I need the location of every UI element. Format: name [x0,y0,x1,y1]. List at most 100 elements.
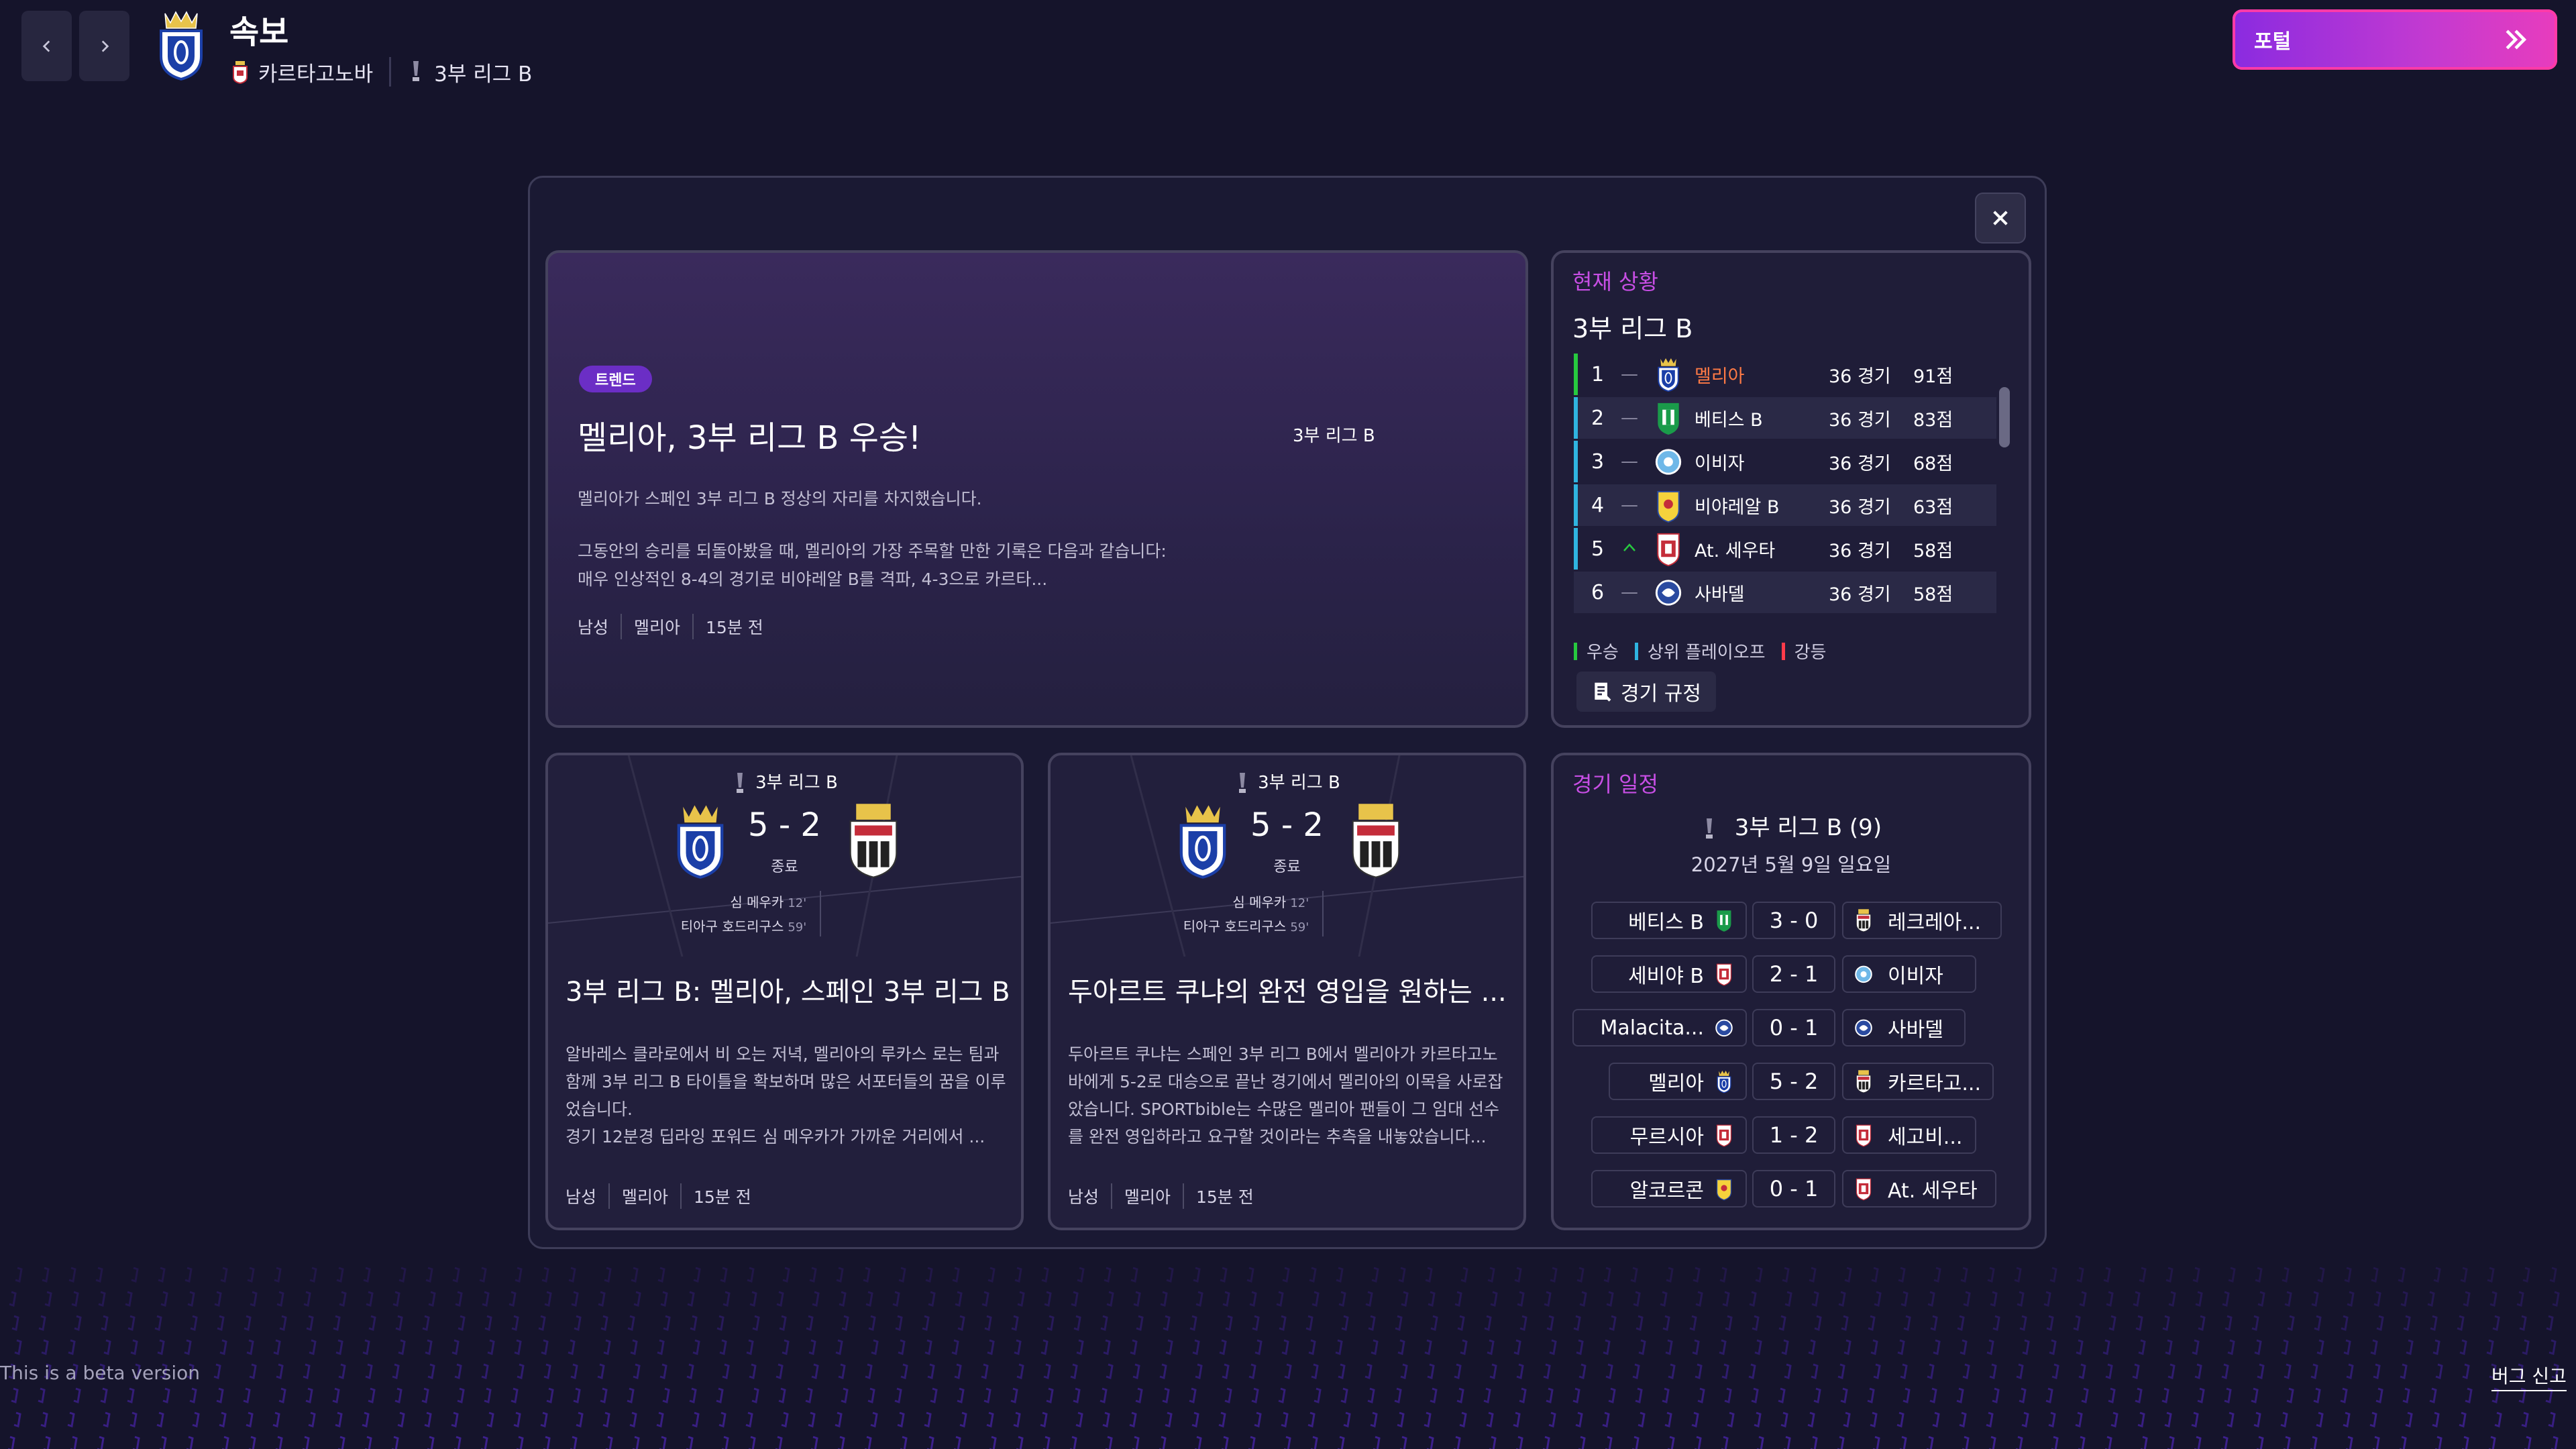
match-rules-button[interactable]: 경기 규정 [1576,672,1716,712]
news-card[interactable]: 3부 리그 B 5 - 2 종료 심 메우카 12' 티아구 호드리구스 59' 두아르트 쿠… [1048,753,1526,1230]
standings-team: 베티스 B [1695,409,1763,431]
standings-team: 멜리아 [1695,366,1745,387]
fixture-home-team[interactable]: 알코르콘 [1591,1170,1747,1208]
news-card[interactable]: 3부 리그 B 5 - 2 종료 심 메우카 12' 티아구 호드리구스 59' 3부 리그 … [545,753,1024,1230]
position-change: — [1621,451,1648,472]
standings-games: 36 경기 [1829,409,1891,431]
fixture-away-team[interactable]: 사바델 [1842,1009,1966,1046]
club-crest-icon [233,61,248,84]
meta-time: 15분 전 [706,618,763,637]
home-crest-icon [1713,1123,1735,1147]
fixtures-league: 3부 리그 B (9) [1554,809,2029,842]
legend-relegation: 강등 [1794,643,1827,663]
standings-team: At. 세우타 [1695,540,1776,561]
meta-club: 멜리아 [1124,1187,1171,1207]
standings-position: 2 [1591,406,1605,430]
fixture-row[interactable]: 멜리아 5 - 2 카르타고... [1554,1063,2029,1100]
team-crest-icon [1652,487,1685,523]
meta-club: 멜리아 [622,1187,669,1207]
scorer-name: 티아구 호드리구스 [1183,918,1287,934]
fixture-home-team[interactable]: 세비야 B [1591,955,1747,993]
standings-title: 3부 리그 B [1572,314,1693,343]
fixture-home-team[interactable]: 무르시아 [1591,1116,1747,1154]
fixture-away-team[interactable]: At. 세우타 [1842,1170,1996,1208]
chevron-left-icon [42,40,50,52]
standings-games: 36 경기 [1829,453,1891,474]
standings-position: 5 [1591,537,1605,561]
standings-row[interactable]: 6 — 사바델 36 경기 58점 [1574,572,1996,613]
fixture-away-team[interactable]: 세고비... [1842,1116,1976,1154]
no-change-icon: — [1621,495,1638,515]
standings-position: 4 [1591,493,1605,517]
standings-row[interactable]: 4 — 비야레알 B 36 경기 63점 [1574,484,1996,526]
home-team-name: 무르시아 [1629,1126,1704,1149]
home-team-name: 멜리아 [1648,1072,1704,1095]
card-body: 두아르트 쿠냐는 스페인 3부 리그 B에서 멜리아가 카르타고노바에게 5-2… [1068,1044,1503,1146]
bug-report-link[interactable]: 버그 신고 [2491,1362,2567,1391]
fixture-away-team[interactable]: 레크레아... [1842,902,2002,939]
position-change: — [1621,582,1648,602]
away-crest-icon [1853,1069,1874,1093]
fixture-row[interactable]: Malacita... 0 - 1 사바델 [1554,1009,2029,1046]
back-button[interactable] [21,11,72,81]
qualification-bar [1574,397,1578,439]
standings-points: 58점 [1913,540,1953,561]
fixture-away-team[interactable]: 이비자 [1842,955,1976,993]
featured-article[interactable]: 트렌드 멜리아, 3부 리그 B 우승! 3부 리그 B 멜리아가 스페인 3부… [545,250,1528,728]
club-crest-icon [160,11,203,81]
double-chevron-right-icon [2506,30,2527,50]
standings-position: 1 [1591,362,1605,386]
standings-row[interactable]: 5 At. 세우타 36 경기 58점 [1574,528,1996,570]
away-crest-icon [1853,908,1874,932]
standings-row[interactable]: 1 — 멜리아 36 경기 91점 [1574,354,1996,395]
forward-button[interactable] [79,11,129,81]
standings-points: 68점 [1913,453,1953,474]
breadcrumb-league[interactable]: 3부 리그 B [434,57,532,87]
card-meta: 남성 멜리아 15분 전 [1068,1183,1254,1209]
position-change [1621,539,1648,559]
home-crest-icon [1713,1177,1735,1201]
fixture-score: 1 - 2 [1752,1116,1835,1154]
breadcrumb-club[interactable]: 카르타고노바 [258,57,373,87]
position-change: — [1621,364,1648,384]
standings-scrollbar[interactable] [1999,387,2010,447]
standings-row[interactable]: 2 — 베티스 B 36 경기 83점 [1574,397,1996,439]
card-league-name: 3부 리그 B [755,773,838,793]
meta-club: 멜리아 [634,618,681,637]
featured-meta: 남성 멜리아 15분 전 [578,614,763,639]
qualification-bar [1574,441,1578,482]
away-team-name: 레크레아... [1888,911,1982,934]
fixture-home-team[interactable]: 베티스 B [1591,902,1747,939]
fixture-home-team[interactable]: Malacita... [1572,1009,1747,1046]
fixture-row[interactable]: 베티스 B 3 - 0 레크레아... [1554,902,2029,939]
breadcrumb-divider [389,57,392,87]
close-button[interactable] [1975,193,2026,244]
rules-document-icon [1595,682,1611,702]
fixture-home-team[interactable]: 멜리아 [1609,1063,1747,1100]
away-team-name: 이비자 [1888,965,1943,988]
fixture-row[interactable]: 세비야 B 2 - 1 이비자 [1554,955,2029,993]
meta-time: 15분 전 [1196,1187,1254,1207]
beta-notice: This is a beta version [0,1362,201,1384]
portal-button[interactable]: 포털 [2233,9,2557,70]
fixture-row[interactable]: 알코르콘 0 - 1 At. 세우타 [1554,1170,2029,1208]
standings-row[interactable]: 3 — 이비자 36 경기 68점 [1574,441,1996,482]
team-crest-icon [1652,400,1685,436]
meta-divider [608,1183,610,1209]
position-change: — [1621,495,1648,515]
qualification-bar [1574,484,1578,526]
goal-minute: 12' [788,896,807,910]
match-score: 5 - 2 [1250,806,1324,844]
standings-games: 36 경기 [1829,540,1891,561]
fixture-row[interactable]: 무르시아 1 - 2 세고비... [1554,1116,2029,1154]
standings-points: 63점 [1913,496,1953,518]
match-score: 5 - 2 [748,806,821,844]
card-title: 3부 리그 B: 멜리아, 스페인 3부 리그 B... [566,977,1012,1008]
standings-points: 91점 [1913,366,1953,387]
fixture-away-team[interactable]: 카르타고... [1842,1063,1994,1100]
no-change-icon: — [1621,408,1638,428]
home-team-name: 세비야 B [1628,965,1704,988]
away-crest-icon [1853,1123,1874,1147]
match-status: 종료 [1273,859,1301,875]
meta-divider [1111,1183,1113,1209]
